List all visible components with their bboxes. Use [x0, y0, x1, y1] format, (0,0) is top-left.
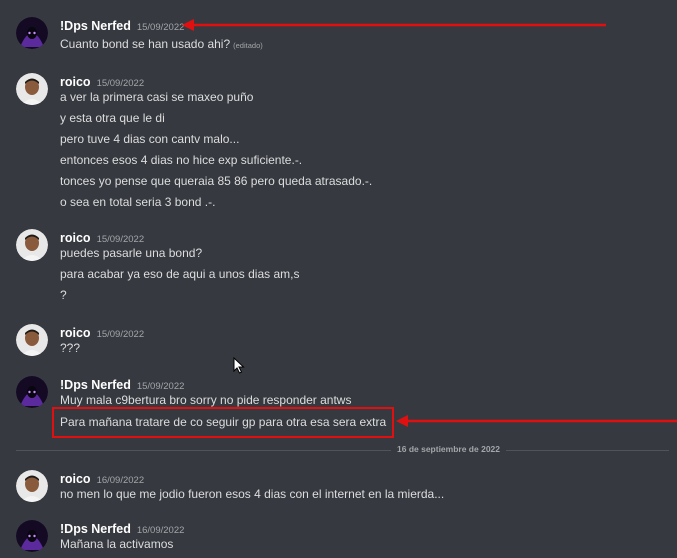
message-line: Cuanto bond se han usado ahi? (editado) [60, 37, 263, 51]
username[interactable]: roico [60, 231, 91, 245]
message-line: ? [60, 288, 67, 302]
message-header: !Dps Nerfed 16/09/2022 [60, 520, 184, 536]
username[interactable]: roico [60, 75, 91, 89]
message-line: y esta otra que le di [60, 111, 165, 125]
username[interactable]: !Dps Nerfed [60, 378, 131, 392]
mouse-cursor-icon [233, 357, 245, 374]
timestamp: 15/09/2022 [96, 78, 145, 89]
message-line: o sea en total seria 3 bond .-. [60, 195, 216, 209]
annotation-arrow-top [182, 19, 606, 31]
roico-avatar[interactable] [16, 73, 48, 105]
username[interactable]: !Dps Nerfed [60, 522, 131, 536]
username[interactable]: roico [60, 326, 91, 340]
timestamp: 15/09/2022 [136, 381, 185, 392]
message-header: roico 16/09/2022 [60, 470, 144, 486]
timestamp: 16/09/2022 [136, 525, 185, 536]
message-line: ??? [60, 341, 81, 355]
timestamp: 16/09/2022 [96, 475, 145, 486]
highlight-box [52, 407, 394, 438]
edited-label: (editado) [233, 41, 263, 50]
username[interactable]: !Dps Nerfed [60, 19, 131, 33]
message-line: Muy mala c9bertura bro sorry no pide res… [60, 393, 352, 407]
dps-avatar[interactable] [16, 520, 48, 552]
username[interactable]: roico [60, 472, 91, 486]
message-line: Mañana la activamos [60, 537, 174, 551]
message-line: no men lo que me jodio fueron esos 4 dia… [60, 487, 445, 501]
message-line: para acabar ya eso de aqui a unos dias a… [60, 267, 300, 281]
timestamp: 15/09/2022 [136, 22, 185, 33]
message-line: tonces yo pense que queraia 85 86 pero q… [60, 174, 373, 188]
message-line: pero tuve 4 dias con cantv malo... [60, 132, 240, 146]
dps-avatar[interactable] [16, 376, 48, 408]
message-line: a ver la primera casi se maxeo puño [60, 90, 254, 104]
roico-avatar[interactable] [16, 324, 48, 356]
chat-messages: !Dps Nerfed 15/09/2022 Cuanto bond se han… [0, 0, 677, 558]
timestamp: 15/09/2022 [96, 234, 145, 245]
message-line: entonces esos 4 dias no hice exp suficie… [60, 153, 303, 167]
date-divider [16, 450, 669, 451]
message-header: roico 15/09/2022 [60, 229, 144, 245]
message-header: roico 15/09/2022 [60, 324, 144, 340]
message-header: !Dps Nerfed 15/09/2022 [60, 17, 184, 33]
message-line: puedes pasarle una bond? [60, 246, 203, 260]
message-header: !Dps Nerfed 15/09/2022 [60, 376, 184, 392]
dps-avatar[interactable] [16, 17, 48, 49]
message-text: Cuanto bond se han usado ahi? [60, 37, 231, 51]
date-divider-label: 16 de septiembre de 2022 [391, 444, 507, 454]
roico-avatar[interactable] [16, 229, 48, 261]
message-header: roico 15/09/2022 [60, 73, 144, 89]
annotation-arrow-highlight [396, 415, 677, 427]
roico-avatar[interactable] [16, 470, 48, 502]
timestamp: 15/09/2022 [96, 329, 145, 340]
